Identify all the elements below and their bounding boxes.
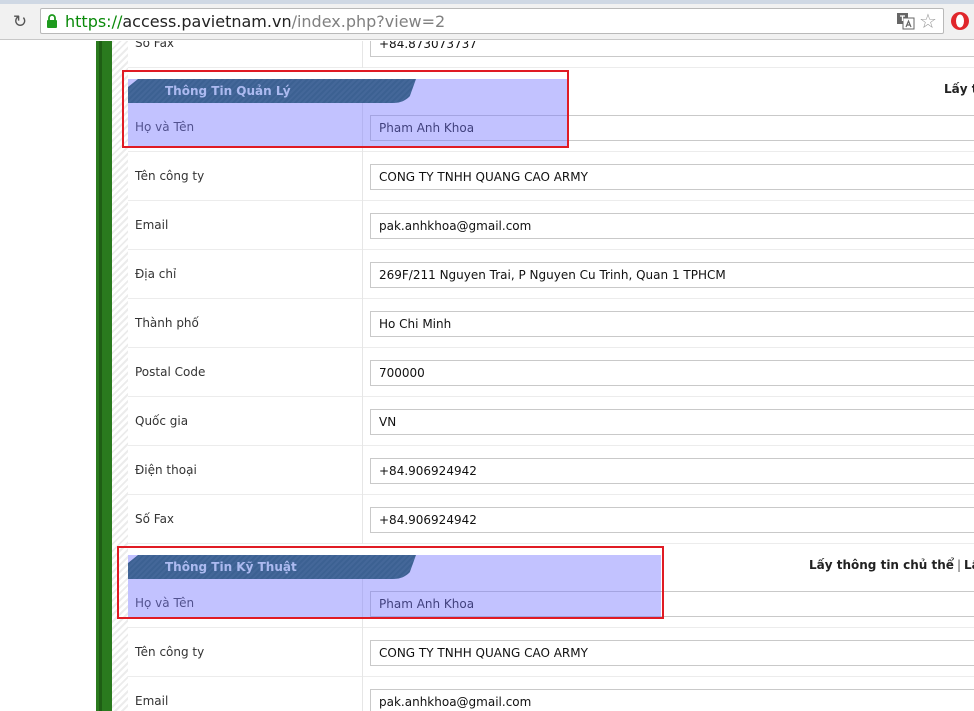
copy-owner-info-link[interactable]: Lấy thông tin chủ thể	[809, 558, 954, 572]
admin-company-field[interactable]: CONG TY TNHH QUANG CAO ARMY	[370, 164, 974, 190]
row-divider	[362, 152, 363, 201]
bookmark-star-icon[interactable]: ☆	[917, 10, 939, 32]
row-divider	[362, 628, 363, 677]
row-divider	[362, 348, 363, 397]
row-divider	[362, 495, 363, 544]
lock-icon	[47, 14, 57, 28]
admin-email-field[interactable]: pak.anhkhoa@gmail.com	[370, 213, 974, 239]
tab-strip	[0, 0, 974, 4]
url-host: access.pavietnam.vn	[122, 12, 292, 31]
copy-info-link[interactable]: Lấy t	[944, 82, 974, 96]
tech-annotation-box	[117, 546, 664, 619]
field-label: Postal Code	[135, 365, 206, 379]
admin-country-field[interactable]: VN	[370, 409, 974, 435]
tech-copy-links: Lấy thông tin chủ thể|Lấy t	[809, 558, 974, 572]
form-row-admin-phone: Điện thoại +84.906924942	[128, 446, 974, 495]
admin-postal-field[interactable]: 700000	[370, 360, 974, 386]
row-divider	[362, 250, 363, 299]
field-label: Địa chỉ	[135, 267, 177, 281]
form-row-admin-country: Quốc gia VN	[128, 397, 974, 446]
fax-field[interactable]: +84.873073737	[370, 41, 974, 57]
row-divider	[362, 677, 363, 711]
url-text: https://access.pavietnam.vn/index.php?vi…	[65, 12, 445, 31]
form-row-tech-email: Email pak.anhkhoa@gmail.com	[128, 677, 974, 711]
admin-annotation-box	[122, 70, 569, 148]
page-content: Số Fax +84.873073737 Thông Tin Quản Lý L…	[0, 41, 974, 711]
browser-window: ↻ https://access.pavietnam.vn/index.php?…	[0, 0, 974, 711]
field-label: Tên công ty	[135, 169, 205, 183]
side-bar	[96, 41, 112, 711]
address-bar[interactable]: https://access.pavietnam.vn/index.php?vi…	[40, 8, 944, 34]
form-row-admin-postal: Postal Code 700000	[128, 348, 974, 397]
url-path: /index.php?view=2	[291, 12, 446, 31]
field-label: Số Fax	[135, 41, 175, 50]
reload-icon[interactable]: ↻	[10, 12, 30, 32]
opera-icon[interactable]	[950, 11, 970, 31]
row-divider	[362, 446, 363, 495]
admin-phone-field[interactable]: +84.906924942	[370, 458, 974, 484]
tech-email-field[interactable]: pak.anhkhoa@gmail.com	[370, 689, 974, 711]
field-label: Thành phố	[135, 316, 199, 330]
field-label: Email	[135, 694, 169, 708]
form-row-fax-registrant: Số Fax +84.873073737	[128, 41, 974, 68]
form-row-admin-address: Địa chỉ 269F/211 Nguyen Trai, P Nguyen C…	[128, 250, 974, 299]
field-label: Quốc gia	[135, 414, 189, 428]
link-separator: |	[956, 558, 961, 572]
form-row-tech-company: Tên công ty CONG TY TNHH QUANG CAO ARMY	[128, 628, 974, 677]
form-row-admin-fax: Số Fax +84.906924942	[128, 495, 974, 544]
admin-city-field[interactable]: Ho Chi Minh	[370, 311, 974, 337]
field-label: Email	[135, 218, 169, 232]
form-row-admin-email: Email pak.anhkhoa@gmail.com	[128, 201, 974, 250]
field-label: Số Fax	[135, 512, 175, 526]
translate-icon[interactable]	[897, 13, 915, 30]
admin-address-field[interactable]: 269F/211 Nguyen Trai, P Nguyen Cu Trinh,…	[370, 262, 974, 288]
copy-info-link[interactable]: Lấy t	[964, 558, 974, 572]
row-divider	[362, 201, 363, 250]
url-scheme: https://	[65, 12, 123, 31]
row-divider	[362, 41, 363, 68]
admin-fax-field[interactable]: +84.906924942	[370, 507, 974, 533]
tech-company-field[interactable]: CONG TY TNHH QUANG CAO ARMY	[370, 640, 974, 666]
row-divider	[362, 397, 363, 446]
form-row-admin-company: Tên công ty CONG TY TNHH QUANG CAO ARMY	[128, 152, 974, 201]
admin-copy-links: Lấy t	[944, 82, 974, 96]
form-row-admin-city: Thành phố Ho Chi Minh	[128, 299, 974, 348]
row-divider	[362, 299, 363, 348]
field-label: Tên công ty	[135, 645, 205, 659]
browser-toolbar: ↻ https://access.pavietnam.vn/index.php?…	[0, 0, 974, 40]
field-label: Điện thoại	[135, 463, 197, 477]
